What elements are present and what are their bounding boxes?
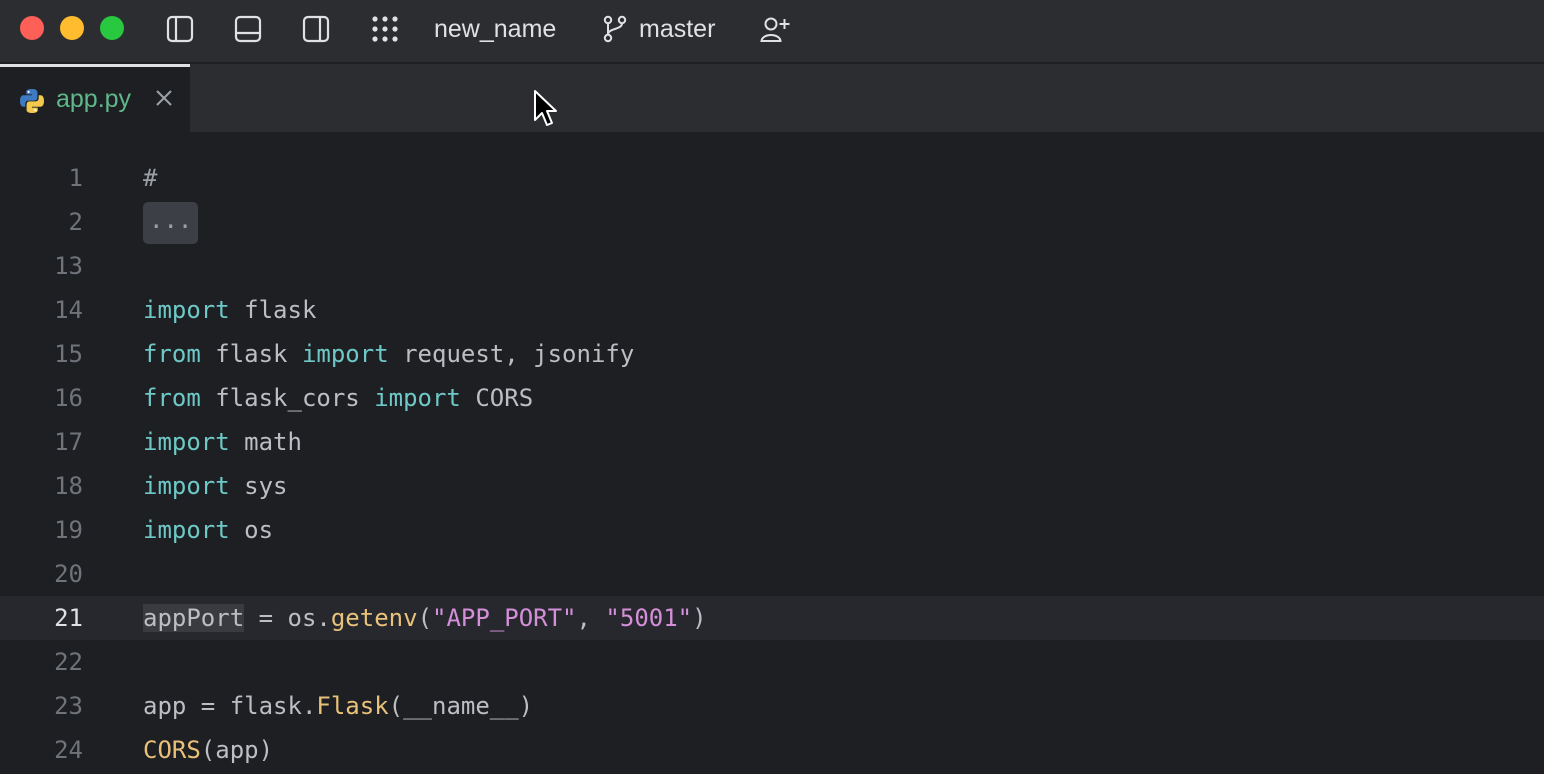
code-token: from [143, 340, 201, 368]
line-number: 20 [54, 560, 83, 588]
code-token: sys [229, 472, 288, 500]
code-token: os [229, 516, 274, 544]
code-token: request, jsonify [388, 340, 635, 368]
python-file-icon [18, 87, 46, 115]
code-text: from flask import request, jsonify [143, 332, 634, 376]
code-editor[interactable]: 1 #2... 13 14 import flask 15 from flask impor… [0, 132, 1544, 774]
line-number: 22 [54, 648, 83, 676]
line-number: 1 [68, 164, 83, 192]
code-token: flask [200, 340, 302, 368]
right-panel-toggle-icon[interactable] [301, 14, 331, 44]
code-token: from [143, 384, 201, 412]
code-line[interactable]: 2... [0, 200, 1544, 244]
code-line[interactable]: 15 from flask import request, jsonify [0, 332, 1544, 376]
line-number: 14 [54, 296, 83, 324]
code-token: getenv [330, 604, 418, 632]
code-line[interactable]: 14 import flask [0, 288, 1544, 332]
code-token: app = flask. [143, 692, 317, 720]
code-line[interactable]: 18 import sys [0, 464, 1544, 508]
close-tab-icon[interactable] [154, 88, 174, 108]
code-token: = os. [244, 604, 331, 632]
code-token: (__name__) [388, 692, 534, 720]
code-text: import math [143, 420, 302, 464]
minimize-window-button[interactable] [60, 16, 84, 40]
close-window-button[interactable] [20, 16, 44, 40]
git-branch-name[interactable]: master [639, 14, 715, 44]
add-user-icon[interactable] [760, 14, 790, 44]
code-text: # [143, 156, 157, 200]
code-token: (app) [200, 736, 274, 764]
code-token: ) [692, 604, 707, 632]
code-token: import [143, 428, 230, 456]
title-bar: new_name master [0, 0, 1544, 64]
code-line[interactable]: 13 [0, 244, 1544, 288]
code-token: CORS [460, 384, 534, 412]
code-token: appPort [143, 604, 245, 632]
code-line[interactable]: 20 [0, 552, 1544, 596]
main-menu-grid-icon[interactable] [370, 14, 400, 44]
code-token: flask_cors [200, 384, 375, 412]
git-branch-icon [600, 14, 630, 44]
code-token: import [143, 516, 230, 544]
code-text: import os [143, 508, 273, 552]
maximize-window-button[interactable] [100, 16, 124, 40]
code-token: Flask [316, 692, 389, 720]
editor-tab-bar: app.py [0, 64, 1544, 132]
tab-label: app.py [56, 85, 132, 113]
line-number: 15 [54, 340, 83, 368]
line-number: 2 [68, 208, 83, 236]
code-token: , [576, 604, 606, 632]
code-token: math [229, 428, 302, 456]
code-line[interactable]: 17 import math [0, 420, 1544, 464]
code-line[interactable]: 1 # [0, 156, 1544, 200]
code-text: from flask_cors import CORS [143, 376, 533, 420]
line-number: 17 [54, 428, 83, 456]
project-name[interactable]: new_name [434, 14, 556, 44]
line-number: 13 [54, 252, 83, 280]
code-line[interactable]: 19 import os [0, 508, 1544, 552]
folded-region-button[interactable]: ... [143, 202, 199, 244]
left-panel-toggle-icon[interactable] [165, 14, 195, 44]
line-number: 24 [54, 736, 83, 764]
code-line[interactable]: 22 [0, 640, 1544, 684]
code-text: app = flask.Flask(__name__) [143, 684, 533, 728]
code-text: import sys [143, 464, 288, 508]
bottom-panel-toggle-icon[interactable] [233, 14, 263, 44]
code-token: ( [417, 604, 433, 632]
code-token: "APP_PORT" [432, 604, 577, 632]
code-token: "5001" [605, 604, 693, 632]
code-text: import flask [143, 288, 316, 332]
code-text: CORS(app) [143, 728, 273, 772]
tab-app-py[interactable]: app.py [0, 64, 190, 132]
code-line[interactable]: 21 appPort = os.getenv("APP_PORT", "5001"… [0, 596, 1544, 640]
line-number: 18 [54, 472, 83, 500]
line-number: 23 [54, 692, 83, 720]
code-token: CORS [143, 736, 201, 764]
line-number: 21 [54, 604, 83, 632]
code-line[interactable]: 16 from flask_cors import CORS [0, 376, 1544, 420]
code-line[interactable]: 24 CORS(app) [0, 728, 1544, 772]
code-text: ... [143, 200, 199, 244]
code-token: import [143, 296, 230, 324]
line-number: 16 [54, 384, 83, 412]
code-token: import [301, 340, 389, 368]
code-line[interactable]: 23 app = flask.Flask(__name__) [0, 684, 1544, 728]
code-token: import [374, 384, 461, 412]
code-token: flask [229, 296, 317, 324]
code-token: # [143, 164, 158, 192]
code-text: appPort = os.getenv("APP_PORT", "5001") [143, 596, 707, 640]
mouse-pointer-icon [533, 89, 559, 132]
line-number: 19 [54, 516, 83, 544]
code-token: import [143, 472, 230, 500]
